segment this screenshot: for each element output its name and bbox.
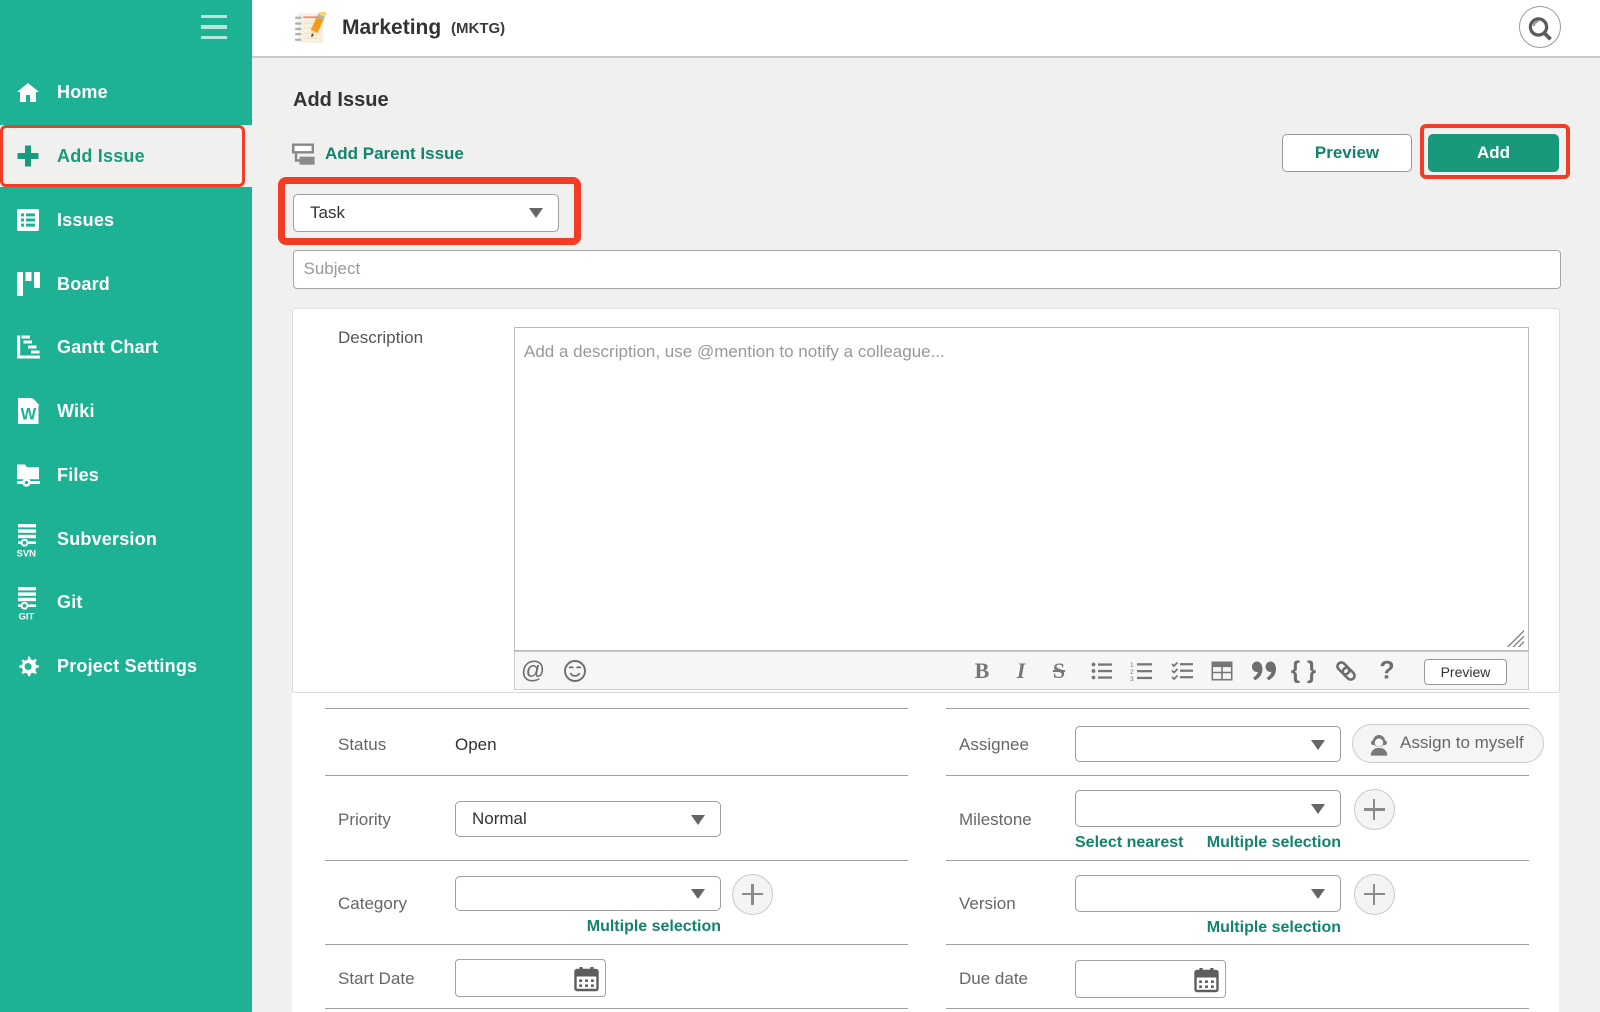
svg-text:1: 1 [1130, 662, 1134, 669]
svg-text:2: 2 [1130, 669, 1134, 676]
svg-text:W: W [21, 406, 37, 424]
svg-text:GIT: GIT [19, 612, 35, 622]
svg-text:3: 3 [1130, 676, 1134, 681]
svg-text:SVN: SVN [17, 548, 37, 558]
